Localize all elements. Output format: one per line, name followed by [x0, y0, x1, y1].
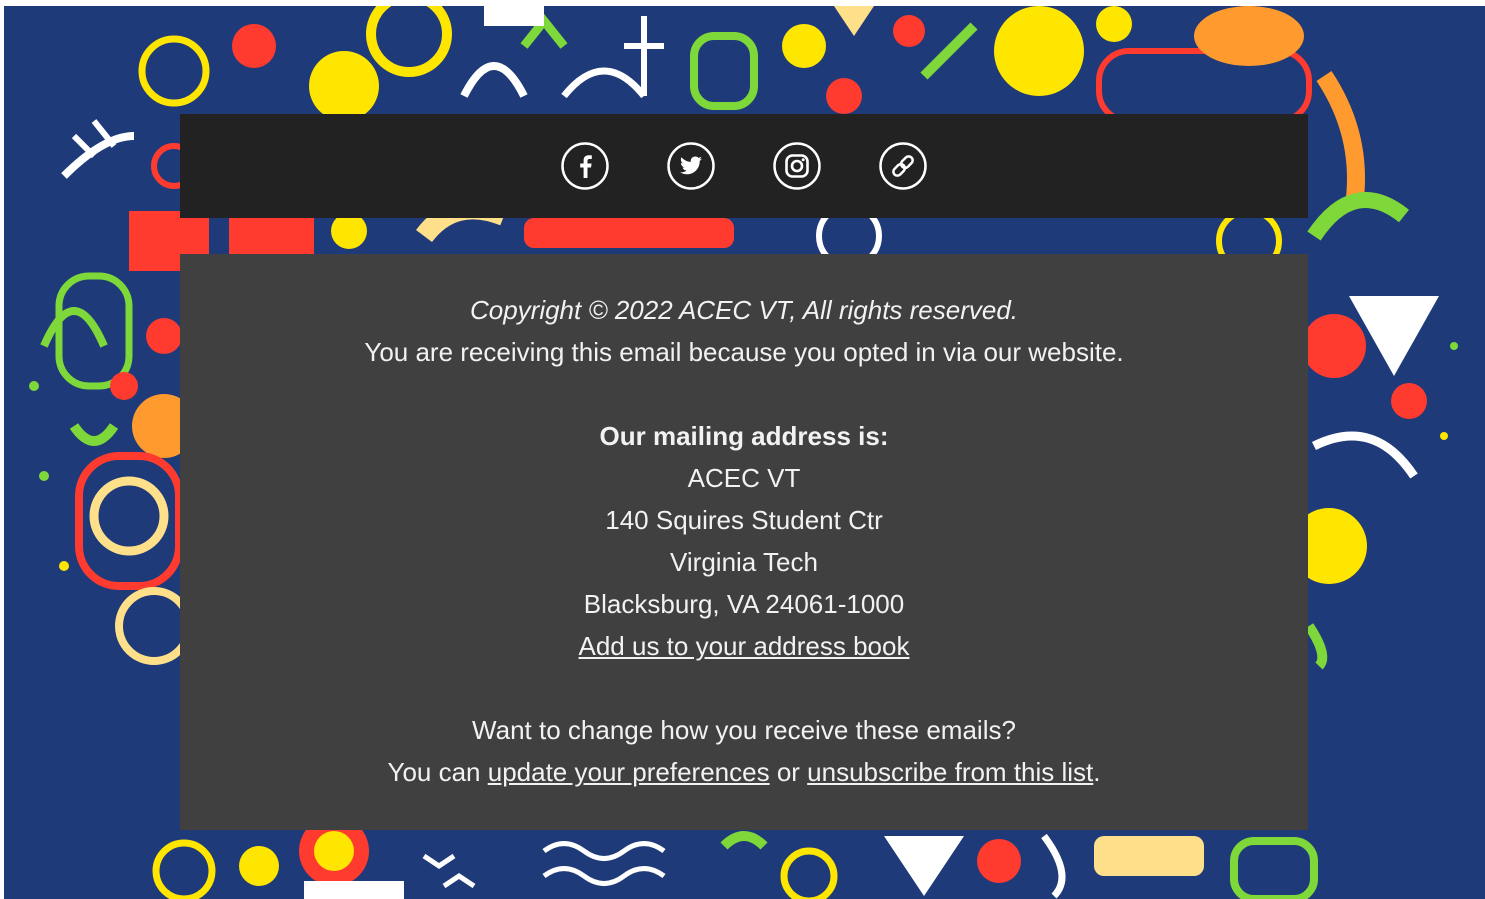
period-text: . [1093, 757, 1101, 787]
facebook-link[interactable] [561, 142, 609, 190]
address-city-state-zip: Blacksburg, VA 24061-1000 [583, 589, 905, 619]
twitter-icon [667, 142, 715, 190]
update-preferences-link[interactable]: update your preferences [488, 757, 770, 787]
preferences-line: You can update your preferences or unsub… [180, 751, 1308, 793]
opt-in-notice: You are receiving this email because you… [364, 337, 1124, 367]
facebook-icon [561, 142, 609, 190]
instagram-link[interactable] [773, 142, 821, 190]
address-org: ACEC VT [687, 463, 801, 493]
or-text: or [769, 757, 808, 787]
website-link[interactable] [879, 142, 927, 190]
copyright-text: Copyright © 2022 ACEC VT, All rights res… [469, 295, 1019, 325]
address-street: 140 Squires Student Ctr [605, 505, 883, 535]
link-icon [879, 142, 927, 190]
mailing-address-heading: Our mailing address is: [599, 421, 889, 451]
you-can-text: You can [387, 757, 488, 787]
address-building: Virginia Tech [670, 547, 818, 577]
instagram-icon [773, 142, 821, 190]
twitter-link[interactable] [667, 142, 715, 190]
add-to-address-book-link[interactable]: Add us to your address book [579, 631, 910, 661]
email-footer-frame: Copyright © 2022 ACEC VT, All rights res… [4, 6, 1485, 899]
social-links-bar [180, 114, 1308, 218]
footer-content: Copyright © 2022 ACEC VT, All rights res… [180, 254, 1308, 830]
change-prompt: Want to change how you receive these ema… [472, 715, 1016, 745]
unsubscribe-link[interactable]: unsubscribe from this list [807, 757, 1093, 787]
